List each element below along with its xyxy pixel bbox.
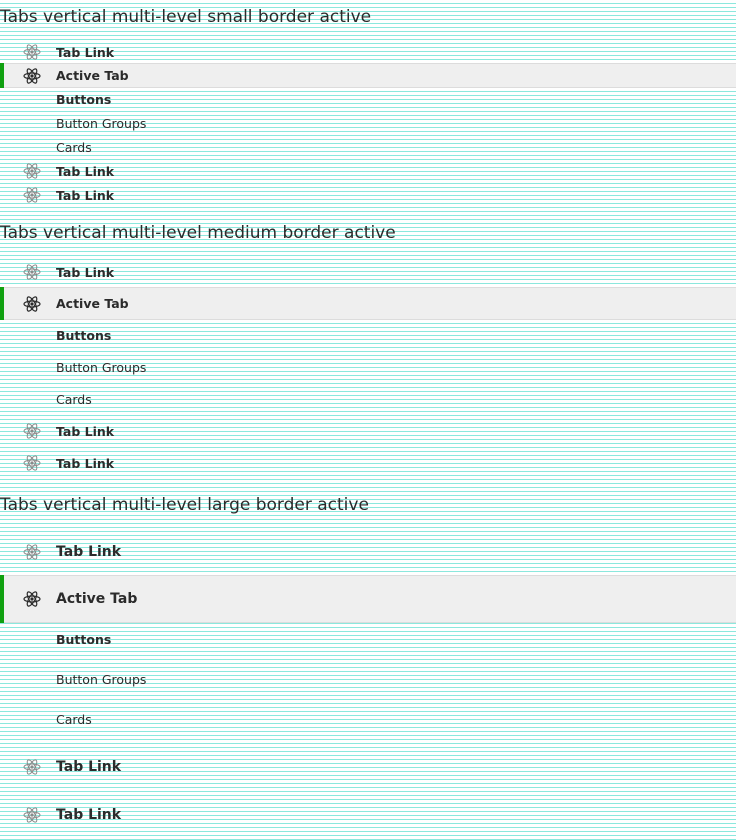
tab-link-label: Tab Link: [56, 807, 122, 823]
atom-icon: [23, 186, 41, 204]
tab-link-2[interactable]: Tab Link: [0, 417, 736, 445]
subtab-button-groups[interactable]: Button Groups: [0, 353, 736, 381]
atom-icon: [23, 422, 41, 440]
tab-active[interactable]: Active Tab: [0, 63, 736, 88]
atom-icon: [23, 454, 41, 472]
tab-link-label: Tab Link: [56, 44, 115, 60]
subtab-buttons[interactable]: Buttons: [0, 88, 736, 110]
tab-active-label: Active Tab: [56, 68, 129, 83]
tab-link-label: Tab Link: [56, 163, 115, 179]
section-title-small: Tabs vertical multi-level small border a…: [0, 7, 372, 27]
tab-link-1[interactable]: Tab Link: [0, 41, 736, 63]
tab-link-2[interactable]: Tab Link: [0, 745, 736, 789]
subtab-label: Buttons: [56, 327, 112, 343]
subtab-label: Cards: [56, 139, 92, 155]
atom-icon: [23, 758, 41, 776]
subtab-label: Button Groups: [56, 671, 147, 687]
subtab-buttons[interactable]: Buttons: [0, 321, 736, 349]
subtab-label: Buttons: [56, 91, 112, 107]
subtab-cards[interactable]: Cards: [0, 136, 736, 158]
subtab-button-groups[interactable]: Button Groups: [0, 112, 736, 134]
tab-link-label: Tab Link: [56, 455, 115, 471]
atom-icon: [23, 67, 41, 85]
tab-link-label: Tab Link: [56, 544, 122, 560]
tab-active[interactable]: Active Tab: [0, 575, 736, 623]
subtab-label: Button Groups: [56, 359, 147, 375]
atom-icon: [23, 806, 41, 824]
atom-icon: [23, 162, 41, 180]
tab-active-label: Active Tab: [56, 591, 138, 607]
subtab-label: Button Groups: [56, 115, 147, 131]
tab-link-label: Tab Link: [56, 187, 115, 203]
tab-link-3[interactable]: Tab Link: [0, 449, 736, 477]
atom-icon: [23, 43, 41, 61]
subtab-label: Buttons: [56, 631, 112, 647]
atom-icon: [23, 590, 41, 608]
tab-link-label: Tab Link: [56, 423, 115, 439]
section-title-large: Tabs vertical multi-level large border a…: [0, 495, 369, 515]
tab-link-3[interactable]: Tab Link: [0, 793, 736, 837]
atom-icon: [23, 295, 41, 313]
subtab-button-groups[interactable]: Button Groups: [0, 664, 736, 694]
tab-link-label: Tab Link: [56, 264, 115, 280]
subtab-cards[interactable]: Cards: [0, 704, 736, 734]
tab-link-label: Tab Link: [56, 759, 122, 775]
section-title-medium: Tabs vertical multi-level medium border …: [0, 223, 396, 243]
tab-link-1[interactable]: Tab Link: [0, 258, 736, 286]
atom-icon: [23, 543, 41, 561]
subtab-buttons[interactable]: Buttons: [0, 624, 736, 654]
subtab-label: Cards: [56, 391, 92, 407]
tab-link-3[interactable]: Tab Link: [0, 184, 736, 206]
tab-active[interactable]: Active Tab: [0, 287, 736, 320]
tab-link-1[interactable]: Tab Link: [0, 530, 736, 574]
subtab-cards[interactable]: Cards: [0, 385, 736, 413]
tab-active-label: Active Tab: [56, 296, 129, 311]
subtab-label: Cards: [56, 711, 92, 727]
tab-link-2[interactable]: Tab Link: [0, 160, 736, 182]
atom-icon: [23, 263, 41, 281]
